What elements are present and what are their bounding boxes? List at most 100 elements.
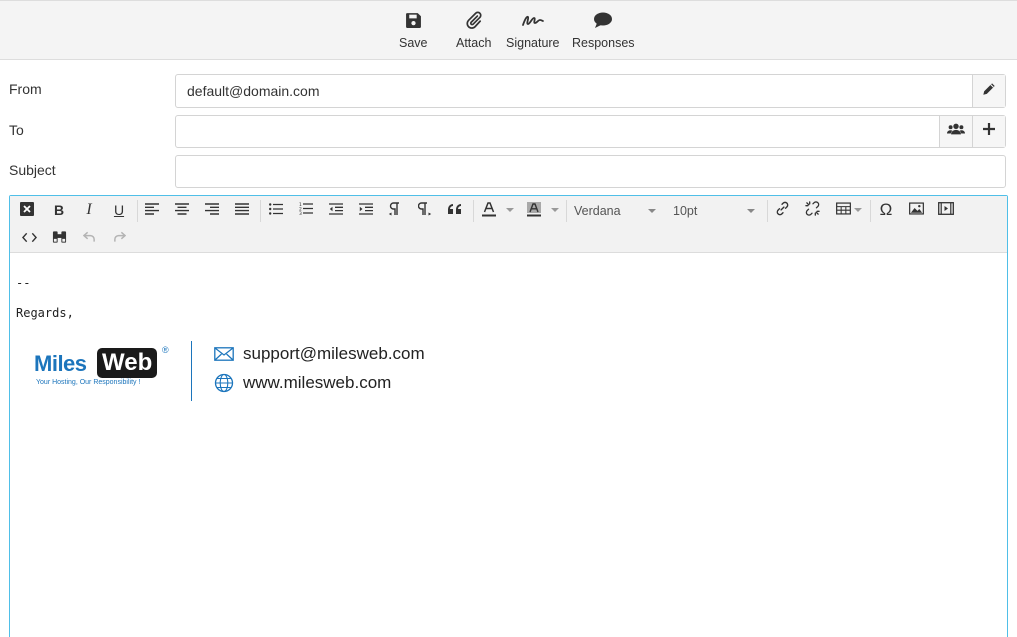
plus-icon [982, 122, 996, 141]
indent-button[interactable] [353, 198, 379, 222]
insert-media-button[interactable] [933, 198, 959, 222]
contacts-icon [947, 122, 965, 141]
signature-email[interactable]: support@milesweb.com [243, 344, 425, 364]
insert-image-button[interactable] [903, 198, 929, 222]
toolbar-separator [473, 200, 474, 222]
redo-button[interactable] [106, 226, 132, 250]
align-center-button[interactable] [169, 198, 195, 222]
italic-button[interactable]: I [76, 198, 102, 222]
code-icon [21, 230, 37, 246]
outdent-button[interactable] [323, 198, 349, 222]
responses-button[interactable]: Responses [572, 9, 635, 50]
add-recipient-button[interactable] [972, 116, 1005, 147]
edit-identity-button[interactable] [972, 75, 1005, 107]
toolbar-separator [767, 200, 768, 222]
toolbar-separator [870, 200, 871, 222]
chevron-down-icon [747, 209, 755, 213]
attach-button[interactable]: Attach [456, 9, 491, 50]
source-code-button[interactable] [16, 226, 42, 250]
omega-icon: Ω [879, 200, 893, 219]
align-left-button[interactable] [139, 198, 165, 222]
media-icon [938, 202, 954, 218]
justify-button[interactable] [229, 198, 255, 222]
subject-input[interactable] [175, 155, 1006, 188]
editor-toolbar: B I U 123 Verdana 10pt Ω [10, 196, 1007, 253]
numbered-list-icon: 123 [299, 202, 313, 218]
table-dropdown[interactable] [854, 208, 862, 212]
signature-website[interactable]: www.milesweb.com [243, 373, 391, 393]
align-justify-icon [235, 202, 249, 218]
attach-label: Attach [456, 36, 492, 50]
from-value: default@domain.com [187, 83, 320, 99]
regards-line: Regards, [16, 306, 74, 320]
logo-tagline: Your Hosting, Our Responsibility ! [36, 379, 141, 386]
align-center-icon [175, 202, 189, 218]
italic-icon: I [86, 201, 92, 218]
paragraph-rtl-icon [417, 201, 432, 219]
numbered-list-button[interactable]: 123 [293, 198, 319, 222]
insert-link-button[interactable] [769, 198, 795, 222]
bold-icon: B [53, 202, 65, 218]
unlink-icon [804, 201, 820, 219]
envelope-icon [213, 343, 235, 365]
registered-mark: ® [162, 345, 169, 355]
font-size-select[interactable]: 10pt [673, 200, 755, 222]
compose-toolbar: Save Attach Signature Responses [0, 0, 1017, 60]
clear-format-button[interactable] [14, 198, 40, 222]
save-button[interactable]: Save [399, 9, 428, 50]
blockquote-button[interactable] [442, 198, 468, 222]
address-book-button[interactable] [939, 116, 972, 147]
indent-icon [359, 202, 373, 218]
font-size-value: 10pt [673, 204, 698, 218]
remove-link-button[interactable] [799, 198, 825, 222]
save-label: Save [399, 36, 428, 50]
rtl-button[interactable] [412, 198, 438, 222]
align-left-icon [145, 202, 159, 218]
redo-icon [113, 230, 126, 246]
message-editor[interactable]: B I U 123 Verdana 10pt Ω -- Regards, Mil… [9, 195, 1008, 637]
logo-text-web: Web [97, 348, 158, 378]
from-label: From [9, 81, 42, 97]
insert-table-button[interactable] [830, 198, 856, 222]
signature-website-row: www.milesweb.com [213, 372, 391, 394]
link-icon [775, 201, 790, 219]
to-label: To [9, 122, 24, 138]
svg-text:3: 3 [299, 211, 302, 215]
ltr-button[interactable] [382, 198, 408, 222]
font-family-select[interactable]: Verdana [574, 200, 656, 222]
toolbar-separator [137, 200, 138, 222]
signature-email-row: support@milesweb.com [213, 343, 425, 365]
responses-label: Responses [572, 36, 635, 50]
background-color-button[interactable] [521, 198, 547, 222]
undo-icon [82, 230, 96, 246]
quote-icon [447, 202, 463, 218]
image-icon [908, 202, 924, 218]
special-char-button[interactable]: Ω [873, 198, 899, 222]
search-replace-button[interactable] [46, 226, 72, 250]
toolbar-separator [260, 200, 261, 222]
milesweb-logo: Miles Web ® Your Hosting, Our Responsibi… [34, 345, 174, 403]
subject-label: Subject [9, 162, 56, 178]
bold-button[interactable]: B [46, 198, 72, 222]
close-box-icon [19, 201, 35, 220]
bullet-list-icon [269, 202, 283, 218]
text-color-dropdown[interactable] [506, 208, 514, 212]
font-family-value: Verdana [574, 204, 621, 218]
from-field[interactable]: default@domain.com [175, 74, 1006, 108]
align-right-button[interactable] [199, 198, 225, 222]
background-color-dropdown[interactable] [551, 208, 559, 212]
signature-button[interactable]: Signature [506, 9, 560, 50]
undo-button[interactable] [76, 226, 102, 250]
bullet-list-button[interactable] [263, 198, 289, 222]
text-color-button[interactable] [476, 198, 502, 222]
to-input[interactable] [175, 115, 1006, 148]
underline-button[interactable]: U [106, 198, 132, 222]
paragraph-ltr-icon [388, 201, 402, 219]
signature-icon [521, 9, 545, 31]
pencil-icon [982, 82, 996, 101]
save-icon [405, 9, 422, 31]
binoculars-icon [52, 230, 67, 247]
highlight-color-icon [526, 201, 542, 220]
outdent-icon [329, 202, 343, 218]
signature-separator-line: -- [16, 276, 31, 290]
